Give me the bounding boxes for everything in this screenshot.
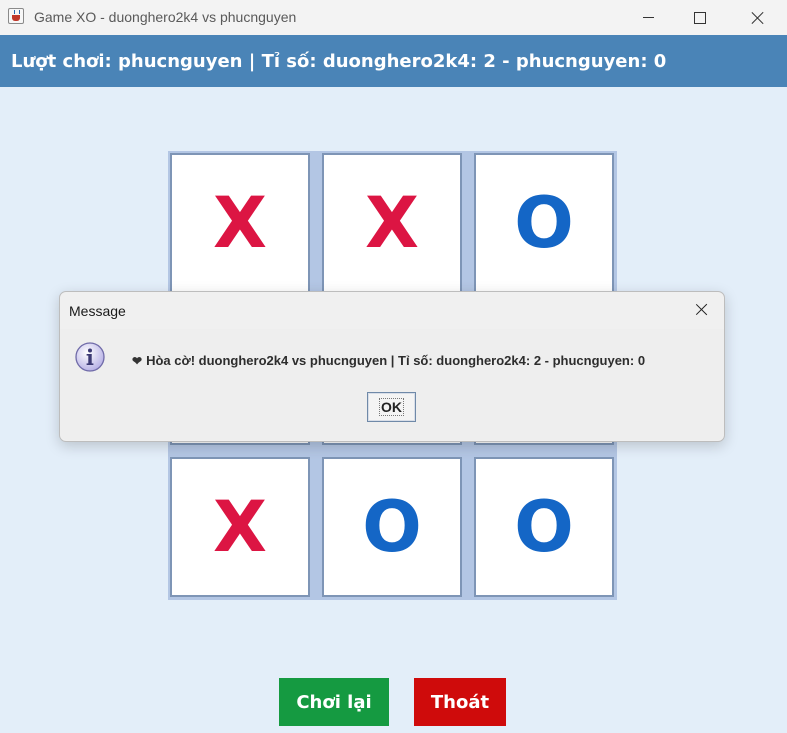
java-app-icon xyxy=(8,8,24,24)
dialog-close-button[interactable] xyxy=(692,300,712,320)
heart-icon: ❤ xyxy=(132,354,143,368)
board-cell-9[interactable]: O xyxy=(474,457,614,597)
dialog-message: ❤ Hòa cờ! duonghero2k4 vs phucnguyen | Tỉ… xyxy=(132,353,645,368)
minimize-icon xyxy=(642,17,654,18)
board-cell-8[interactable]: O xyxy=(322,457,462,597)
exit-button[interactable]: Thoát xyxy=(414,678,506,726)
dialog-title: Message xyxy=(69,303,126,319)
dialog-message-text: Hòa cờ! duonghero2k4 vs phucnguyen | Tỉ … xyxy=(146,353,646,368)
board-cell-1[interactable]: X xyxy=(170,153,310,293)
close-icon xyxy=(751,11,765,25)
game-window: Game XO - duonghero2k4 vs phucnguyen Lượ… xyxy=(0,0,787,733)
ok-button[interactable]: OK xyxy=(367,392,416,422)
play-again-button[interactable]: Chơi lại xyxy=(279,678,389,726)
title-bar: Game XO - duonghero2k4 vs phucnguyen xyxy=(0,0,787,35)
minimize-button[interactable] xyxy=(625,0,671,35)
board-cell-2[interactable]: X xyxy=(322,153,462,293)
turn-score-status: Lượt chơi: phucnguyen | Tỉ số: duonghero… xyxy=(0,35,787,87)
board-cell-3[interactable]: O xyxy=(474,153,614,293)
ok-button-label: OK xyxy=(379,398,404,416)
dialog-body: ❤ Hòa cờ! duonghero2k4 vs phucnguyen | Tỉ… xyxy=(60,329,724,440)
info-icon xyxy=(75,342,105,372)
maximize-button[interactable] xyxy=(677,0,723,35)
window-title: Game XO - duonghero2k4 vs phucnguyen xyxy=(34,9,297,25)
board-cell-7[interactable]: X xyxy=(170,457,310,597)
maximize-icon xyxy=(694,11,706,24)
close-window-button[interactable] xyxy=(735,0,781,35)
message-dialog: Message ❤ Hòa cờ! duonghero2k4 vs phucngu… xyxy=(59,291,725,442)
